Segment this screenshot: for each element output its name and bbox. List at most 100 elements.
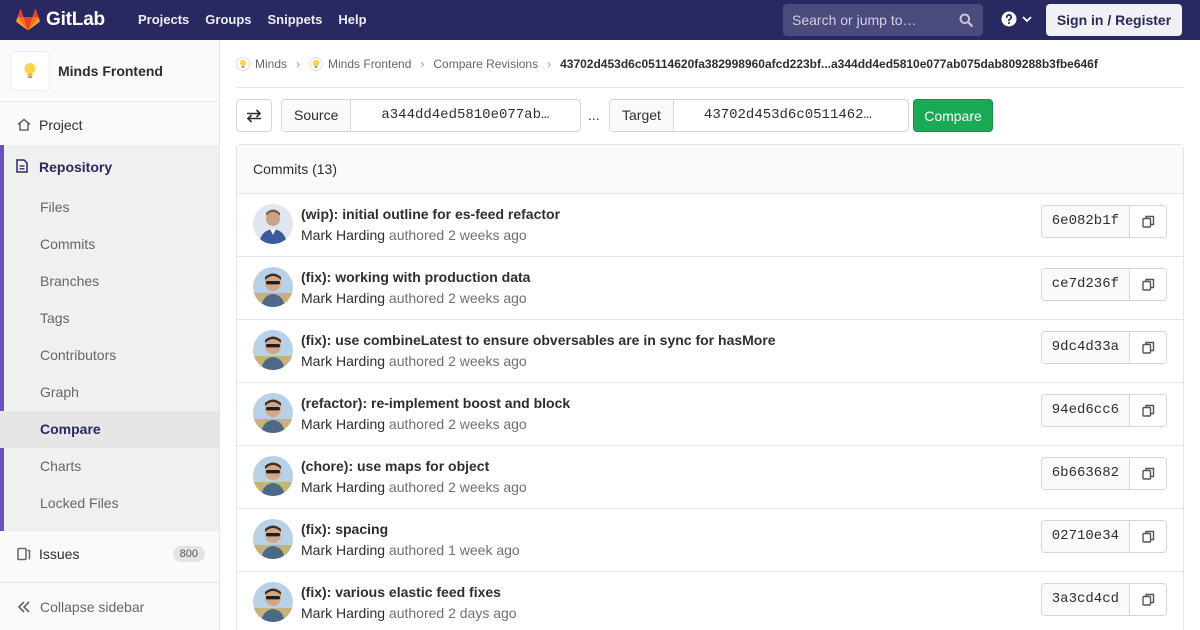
target-ref-selector[interactable]: Target 43702d453d6c0511462… — [609, 99, 909, 132]
commit-verb: authored — [388, 227, 445, 243]
commit-row: (wip): initial outline for es-feed refac… — [237, 194, 1183, 257]
commit-sha-group: 94ed6cc6 — [1040, 394, 1167, 427]
project-avatar — [10, 50, 50, 91]
sidebar-item-compare[interactable]: Compare — [0, 411, 219, 448]
commit-time: 1 week ago — [448, 542, 520, 558]
commit-author[interactable]: Mark Harding — [301, 353, 385, 369]
sidebar-item-commits[interactable]: Commits — [4, 226, 219, 263]
sidebar: Minds Frontend Project Repository Files … — [0, 40, 220, 630]
commit-meta: Mark Harding authored 2 days ago — [301, 605, 517, 621]
double-chevron-left-icon — [17, 600, 30, 613]
commit-author[interactable]: Mark Harding — [301, 605, 385, 621]
copy-icon — [1141, 467, 1154, 480]
breadcrumb: Minds › Minds Frontend › Compare Revisio… — [236, 41, 1184, 88]
source-ref-dropdown[interactable]: a344dd4ed5810e077ab… — [351, 100, 563, 131]
gitlab-home-link[interactable]: GitLab — [16, 9, 105, 31]
sidebar-item-issues[interactable]: Issues 800 — [0, 535, 219, 572]
target-ref-dropdown[interactable]: 43702d453d6c0511462… — [674, 100, 886, 131]
commit-sha-group: 02710e34 — [1040, 520, 1167, 553]
issues-icon — [16, 547, 32, 561]
nav-links: Projects Groups Snippets Help — [130, 0, 375, 40]
chevron-right-icon: › — [547, 57, 552, 71]
copy-sha-button[interactable] — [1130, 458, 1166, 489]
commit-author[interactable]: Mark Harding — [301, 290, 385, 306]
commit-title[interactable]: (fix): working with production data — [301, 269, 530, 285]
commit-time: 2 weeks ago — [448, 479, 527, 495]
commit-time: 2 weeks ago — [448, 353, 527, 369]
commit-author[interactable]: Mark Harding — [301, 479, 385, 495]
breadcrumb-item-minds[interactable]: Minds — [236, 57, 287, 71]
breadcrumb-current[interactable]: 43702d453d6c05114620fa382998960afcd223bf… — [560, 57, 1098, 71]
nav-help[interactable]: Help — [330, 0, 374, 40]
commits-panel: Commits (13) (wip): initial outline for … — [236, 144, 1184, 630]
commit-author[interactable]: Mark Harding — [301, 542, 385, 558]
commit-verb: authored — [388, 605, 445, 621]
copy-sha-button[interactable] — [1130, 395, 1166, 426]
copy-sha-button[interactable] — [1130, 521, 1166, 552]
avatar[interactable] — [253, 456, 293, 496]
commit-author[interactable]: Mark Harding — [301, 416, 385, 432]
sign-in-button[interactable]: Sign in / Register — [1046, 4, 1182, 36]
sidebar-item-project[interactable]: Project — [0, 106, 219, 143]
sidebar-item-files[interactable]: Files — [4, 189, 219, 226]
copy-sha-button[interactable] — [1130, 269, 1166, 300]
sidebar-item-branches[interactable]: Branches — [4, 263, 219, 300]
commit-row: (refactor): re-implement boost and block… — [237, 383, 1183, 446]
commit-sha[interactable]: 94ed6cc6 — [1041, 395, 1130, 426]
search-input[interactable]: Search or jump to… — [783, 4, 983, 36]
avatar[interactable] — [253, 330, 293, 370]
breadcrumb-item-minds-frontend[interactable]: Minds Frontend — [309, 57, 411, 71]
commits-header: Commits (13) — [237, 145, 1183, 194]
commit-row: (fix): working with production data Mark… — [237, 257, 1183, 320]
commit-time: 2 days ago — [448, 605, 517, 621]
commit-title[interactable]: (fix): spacing — [301, 521, 388, 537]
commit-sha[interactable]: 6b663682 — [1041, 458, 1130, 489]
commit-title[interactable]: (fix): various elastic feed fixes — [301, 584, 501, 600]
nav-groups[interactable]: Groups — [197, 0, 259, 40]
help-dropdown[interactable] — [1001, 11, 1033, 27]
collapse-sidebar-button[interactable]: Collapse sidebar — [0, 582, 219, 630]
avatar[interactable] — [253, 267, 293, 307]
avatar[interactable] — [253, 519, 293, 559]
sidebar-item-locked-files[interactable]: Locked Files — [4, 485, 219, 522]
commit-title[interactable]: (chore): use maps for object — [301, 458, 489, 474]
commit-sha[interactable]: ce7d236f — [1041, 269, 1130, 300]
commit-sha-group: 3a3cd4cd — [1040, 583, 1167, 616]
nav-projects[interactable]: Projects — [130, 0, 197, 40]
copy-sha-button[interactable] — [1130, 206, 1166, 237]
nav-snippets[interactable]: Snippets — [260, 0, 331, 40]
avatar[interactable] — [253, 204, 293, 244]
commit-sha[interactable]: 9dc4d33a — [1041, 332, 1130, 363]
commit-row: (fix): spacing Mark Harding authored 1 w… — [237, 509, 1183, 572]
swap-revisions-button[interactable] — [236, 99, 272, 132]
gitlab-logo-icon — [16, 9, 40, 31]
commit-title[interactable]: (wip): initial outline for es-feed refac… — [301, 206, 560, 222]
commit-verb: authored — [388, 416, 445, 432]
copy-sha-button[interactable] — [1130, 584, 1166, 615]
commit-sha[interactable]: 02710e34 — [1041, 521, 1130, 552]
avatar[interactable] — [253, 393, 293, 433]
commit-time: 2 weeks ago — [448, 416, 527, 432]
sidebar-item-contributors[interactable]: Contributors — [4, 337, 219, 374]
breadcrumb-item-compare-revisions[interactable]: Compare Revisions — [433, 57, 538, 71]
commit-title[interactable]: (fix): use combineLatest to ensure obver… — [301, 332, 776, 348]
commit-author[interactable]: Mark Harding — [301, 227, 385, 243]
sidebar-repository-section: Repository Files Commits Branches Tags C… — [0, 145, 219, 531]
compare-button[interactable]: Compare — [913, 99, 993, 132]
commit-meta: Mark Harding authored 2 weeks ago — [301, 416, 527, 432]
sidebar-item-tags[interactable]: Tags — [4, 300, 219, 337]
avatar[interactable] — [253, 582, 293, 622]
commit-verb: authored — [388, 353, 445, 369]
commit-verb: authored — [388, 290, 445, 306]
commit-title[interactable]: (refactor): re-implement boost and block — [301, 395, 570, 411]
commit-sha[interactable]: 3a3cd4cd — [1041, 584, 1130, 615]
sidebar-project-header[interactable]: Minds Frontend — [0, 40, 219, 102]
sidebar-item-charts[interactable]: Charts — [4, 448, 219, 485]
lightbulb-icon — [24, 62, 36, 78]
sidebar-item-repository[interactable]: Repository — [4, 145, 219, 189]
sidebar-item-graph[interactable]: Graph — [4, 374, 219, 411]
copy-sha-button[interactable] — [1130, 332, 1166, 363]
source-ref-selector[interactable]: Source a344dd4ed5810e077ab… — [281, 99, 581, 132]
lightbulb-icon — [236, 57, 250, 71]
commit-sha[interactable]: 6e082b1f — [1041, 206, 1130, 237]
